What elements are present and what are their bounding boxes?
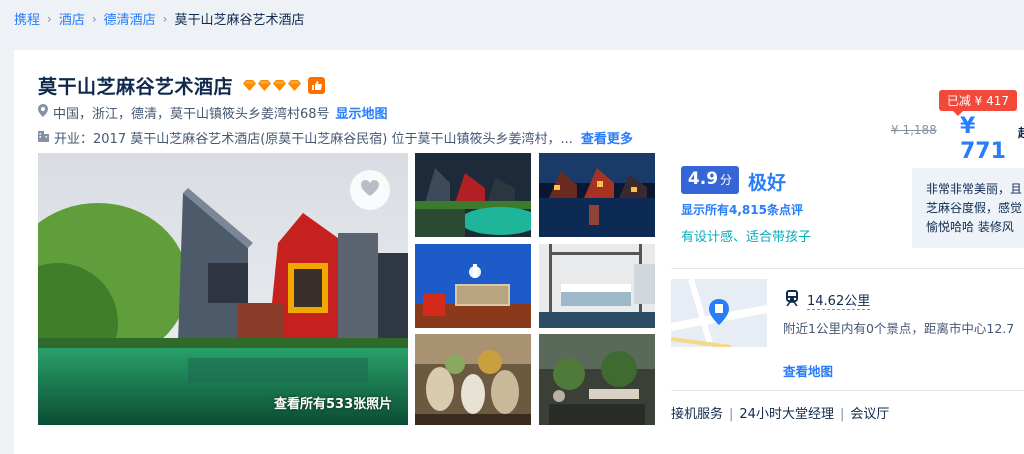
transit-distance[interactable]: 14.62公里 bbox=[807, 290, 871, 310]
facilities-list: 接机服务 | 24小时大堂经理 | 会议厅 bbox=[671, 403, 889, 422]
photo-thumbnail[interactable] bbox=[415, 244, 531, 328]
heart-icon bbox=[360, 179, 380, 201]
chevron-right-icon: › bbox=[91, 11, 97, 26]
transit-row: 14.62公里 bbox=[785, 290, 871, 310]
chevron-right-icon: › bbox=[47, 11, 52, 26]
price-from-suffix: 起 bbox=[1018, 124, 1024, 141]
address-row: 中国，浙江，德清，莫干山镇筱头乡姜湾村68号 显示地图 bbox=[38, 103, 388, 122]
diamond-icon bbox=[258, 80, 272, 91]
photo-thumbnail[interactable] bbox=[539, 334, 655, 425]
diamond-icon bbox=[288, 80, 302, 91]
diamond-icon bbox=[243, 80, 257, 91]
diamond-rating bbox=[243, 80, 303, 91]
favorite-button[interactable] bbox=[350, 170, 390, 210]
facility-item: 接机服务 bbox=[671, 407, 724, 422]
nearby-info: 附近1公里内有0个景点，距离市中心12.7 bbox=[783, 321, 1015, 336]
review-quote-line: 芝麻谷度假，感觉 bbox=[926, 201, 1023, 215]
review-quote-line: 非常非常美丽，且 bbox=[926, 182, 1023, 196]
rating-score-value: 4.9 bbox=[687, 169, 719, 189]
original-price: ¥ 1,188 bbox=[891, 123, 937, 137]
title-row: 莫干山芝麻谷艺术酒店 bbox=[38, 72, 326, 99]
facility-item: 24小时大堂经理 bbox=[739, 407, 834, 422]
discount-badge: 已减 ¥ 417 bbox=[938, 90, 1017, 116]
breadcrumb-current: 莫干山芝麻谷艺术酒店 bbox=[174, 13, 305, 28]
price-box: 已减 ¥ 417 ¥ 1,188 ¥ 771 起 bbox=[864, 90, 1024, 164]
photo-thumbnail[interactable] bbox=[539, 244, 655, 328]
review-quote-line: 愉悦哈哈 装修风 bbox=[926, 220, 1014, 234]
rating-score-unit: 分 bbox=[720, 173, 733, 187]
hotel-address: 中国，浙江，德清，莫干山镇筱头乡姜湾村68号 bbox=[53, 107, 330, 122]
show-map-link[interactable]: 显示地图 bbox=[336, 103, 388, 122]
view-all-photos-link[interactable]: 查看所有533张照片 bbox=[274, 393, 392, 412]
hotel-name: 莫干山芝麻谷艺术酒店 bbox=[38, 76, 234, 98]
breadcrumb-ctrip[interactable]: 携程 bbox=[14, 9, 40, 28]
location-pin-icon bbox=[38, 104, 48, 121]
hotel-description: 开业：2017 莫干山芝麻谷艺术酒店(原莫干山芝麻谷民宿) 位于莫干山镇筱头乡姜… bbox=[54, 132, 573, 147]
photo-thumbnail[interactable] bbox=[415, 334, 531, 425]
view-map-link[interactable]: 查看地图 bbox=[783, 361, 833, 380]
divider bbox=[671, 268, 1024, 269]
photo-thumbnail[interactable] bbox=[539, 153, 655, 237]
facility-item: 会议厅 bbox=[850, 407, 890, 422]
building-icon bbox=[38, 130, 49, 146]
map-thumbnail[interactable] bbox=[671, 279, 767, 347]
hotel-card: 莫干山芝麻谷艺术酒店 中国，浙江，德清，莫干山镇筱头乡姜湾村68号 显示地图 开… bbox=[14, 50, 1024, 454]
breadcrumb-deqing-hotels[interactable]: 德清酒店 bbox=[104, 9, 156, 28]
all-reviews-link[interactable]: 显示所有4,815条点评 bbox=[681, 201, 803, 218]
diamond-icon bbox=[273, 80, 287, 91]
rating-word: 极好 bbox=[748, 172, 787, 194]
main-photo[interactable]: 查看所有533张照片 bbox=[38, 153, 408, 425]
description-row: 开业：2017 莫干山芝麻谷艺术酒店(原莫干山芝麻谷民宿) 位于莫干山镇筱头乡姜… bbox=[38, 128, 658, 147]
thumbs-up-icon[interactable] bbox=[308, 77, 326, 94]
breadcrumb-hotels[interactable]: 酒店 bbox=[59, 9, 85, 28]
review-tags: 有设计感、适合带孩子 bbox=[681, 230, 812, 245]
divider bbox=[671, 390, 1024, 391]
review-quote[interactable]: 非常非常美丽，且 芝麻谷度假，感觉 愉悦哈哈 装修风 bbox=[912, 168, 1024, 248]
view-more-link[interactable]: 查看更多 bbox=[581, 128, 633, 147]
separator: | bbox=[839, 407, 845, 422]
train-icon bbox=[785, 290, 799, 310]
breadcrumb: 携程 › 酒店 › 德清酒店 › 莫干山芝麻谷艺术酒店 bbox=[14, 9, 305, 29]
chevron-right-icon: › bbox=[162, 11, 168, 26]
separator: | bbox=[729, 407, 734, 422]
current-price[interactable]: ¥ 771 bbox=[960, 114, 1024, 164]
photo-thumbnail[interactable] bbox=[415, 153, 531, 237]
rating-score: 4.9 分 bbox=[681, 166, 739, 194]
